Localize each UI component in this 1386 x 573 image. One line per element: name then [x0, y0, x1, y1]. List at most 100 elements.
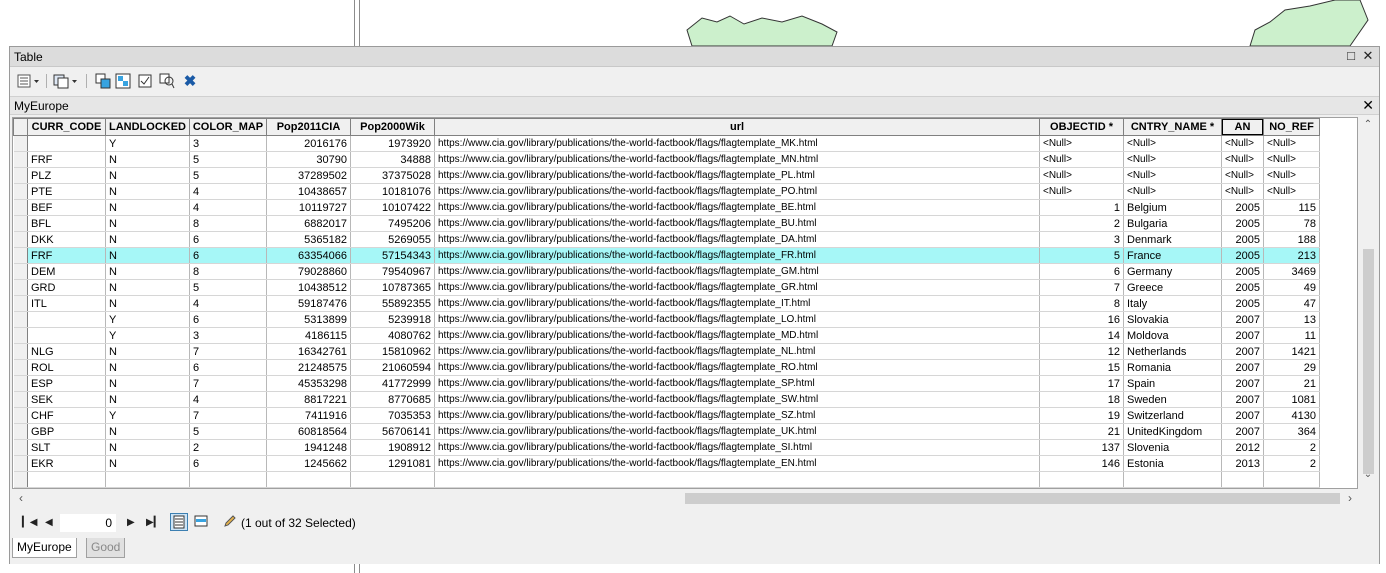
row-selector[interactable]: [13, 471, 28, 488]
table-cell[interactable]: 2007: [1221, 375, 1264, 392]
tab-good[interactable]: Good: [86, 538, 126, 558]
table-cell[interactable]: 79028860: [266, 263, 351, 280]
table-cell[interactable]: 4: [189, 295, 267, 312]
table-cell[interactable]: Moldova: [1123, 327, 1222, 344]
table-cell[interactable]: 29: [1263, 359, 1320, 376]
scroll-right-icon[interactable]: ›: [1343, 490, 1357, 506]
table-cell[interactable]: 2016176: [266, 135, 351, 152]
column-header[interactable]: Pop2011CIA: [266, 118, 351, 136]
table-cell[interactable]: 13: [1263, 311, 1320, 328]
table-cell[interactable]: <Null>: [1263, 151, 1320, 168]
column-header[interactable]: OBJECTID *: [1039, 118, 1124, 136]
row-selector[interactable]: [13, 151, 28, 168]
table-cell[interactable]: https://www.cia.gov/library/publications…: [434, 359, 1040, 376]
table-cell[interactable]: France: [1123, 247, 1222, 264]
table-cell[interactable]: 55892355: [350, 295, 435, 312]
row-selector[interactable]: [13, 231, 28, 248]
table-cell[interactable]: 146: [1039, 455, 1124, 472]
row-selector[interactable]: [13, 135, 28, 152]
scroll-down-icon[interactable]: ⌄: [1359, 469, 1377, 483]
table-row[interactable]: FRF N 5 30790 34888 https://www.cia.gov/libra…: [13, 151, 1320, 168]
table-cell[interactable]: N: [105, 151, 190, 168]
table-cell[interactable]: <Null>: [1123, 167, 1222, 184]
table-cell[interactable]: 19: [1039, 407, 1124, 424]
table-cell[interactable]: 7411916: [266, 407, 351, 424]
table-cell[interactable]: 1291081: [350, 455, 435, 472]
table-cell[interactable]: 5239918: [350, 311, 435, 328]
table-cell[interactable]: ROL: [27, 359, 106, 376]
column-header[interactable]: LANDLOCKED: [105, 118, 190, 136]
table-cell[interactable]: <Null>: [1221, 167, 1264, 184]
table-cell[interactable]: 1081: [1263, 391, 1320, 408]
table-cell[interactable]: 2007: [1221, 359, 1264, 376]
show-selected-records-icon[interactable]: [193, 513, 211, 531]
table-cell[interactable]: 2007: [1221, 311, 1264, 328]
table-cell[interactable]: [1263, 471, 1320, 488]
table-row[interactable]: BFL N 8 6882017 7495206 https://www.cia.gov/l…: [13, 215, 1320, 232]
table-cell[interactable]: 6: [189, 359, 267, 376]
maximize-icon[interactable]: □: [1343, 48, 1359, 64]
table-cell[interactable]: 7: [189, 343, 267, 360]
table-cell[interactable]: N: [105, 359, 190, 376]
scroll-left-icon[interactable]: ‹: [14, 490, 28, 506]
related-tables-icon[interactable]: [52, 72, 80, 90]
table-cell[interactable]: 34888: [350, 151, 435, 168]
column-header[interactable]: url: [434, 118, 1040, 136]
table-row[interactable]: Y 3 2016176 1973920 https://www.cia.gov/libr…: [13, 135, 1320, 152]
row-selector[interactable]: [13, 279, 28, 296]
table-cell[interactable]: 78: [1263, 215, 1320, 232]
table-cell[interactable]: 10438657: [266, 183, 351, 200]
table-cell[interactable]: 1941248: [266, 439, 351, 456]
table-cell[interactable]: Estonia: [1123, 455, 1222, 472]
table-cell[interactable]: [189, 471, 267, 488]
table-cell[interactable]: GRD: [27, 279, 106, 296]
delete-selected-icon[interactable]: ✖: [182, 72, 198, 90]
table-cell[interactable]: https://www.cia.gov/library/publications…: [434, 439, 1040, 456]
table-cell[interactable]: N: [105, 343, 190, 360]
table-cell[interactable]: 5: [189, 167, 267, 184]
table-cell[interactable]: <Null>: [1221, 151, 1264, 168]
column-header[interactable]: CNTRY_NAME *: [1123, 118, 1222, 136]
table-cell[interactable]: <Null>: [1263, 167, 1320, 184]
table-cell[interactable]: 2: [1263, 439, 1320, 456]
table-cell[interactable]: 2005: [1221, 263, 1264, 280]
table-cell[interactable]: 2: [1263, 455, 1320, 472]
table-row[interactable]: SEK N 4 8817221 8770685 https://www.cia.gov/l…: [13, 391, 1320, 408]
table-cell[interactable]: BEF: [27, 199, 106, 216]
table-cell[interactable]: 6: [189, 231, 267, 248]
table-cell[interactable]: 3: [1039, 231, 1124, 248]
table-cell[interactable]: Netherlands: [1123, 343, 1222, 360]
table-cell[interactable]: https://www.cia.gov/library/publications…: [434, 167, 1040, 184]
table-cell[interactable]: 5: [1039, 247, 1124, 264]
vertical-scroll-thumb[interactable]: [1363, 249, 1374, 474]
table-cell[interactable]: ITL: [27, 295, 106, 312]
table-cell[interactable]: https://www.cia.gov/library/publications…: [434, 311, 1040, 328]
row-selector[interactable]: [13, 199, 28, 216]
table-cell[interactable]: 8: [1039, 295, 1124, 312]
table-cell[interactable]: EKR: [27, 455, 106, 472]
table-cell[interactable]: 45353298: [266, 375, 351, 392]
table-cell[interactable]: Spain: [1123, 375, 1222, 392]
table-cell[interactable]: 1: [1039, 199, 1124, 216]
table-cell[interactable]: 8: [189, 215, 267, 232]
column-header[interactable]: CURR_CODE: [27, 118, 106, 136]
row-selector[interactable]: [13, 215, 28, 232]
table-cell[interactable]: DEM: [27, 263, 106, 280]
table-cell[interactable]: 7: [189, 407, 267, 424]
table-cell[interactable]: N: [105, 391, 190, 408]
table-row[interactable]: DEM N 8 79028860 79540967 https://www.cia.gov…: [13, 263, 1320, 280]
table-cell[interactable]: 1908912: [350, 439, 435, 456]
table-cell[interactable]: 10181076: [350, 183, 435, 200]
table-cell[interactable]: [1221, 471, 1264, 488]
table-cell[interactable]: N: [105, 295, 190, 312]
table-cell[interactable]: [27, 135, 106, 152]
table-cell[interactable]: Y: [105, 135, 190, 152]
table-cell[interactable]: 14: [1039, 327, 1124, 344]
table-row[interactable]: ROL N 6 21248575 21060594 https://www.cia.gov…: [13, 359, 1320, 376]
table-row[interactable]: BEF N 4 10119727 10107422 https://www.cia.gov…: [13, 199, 1320, 216]
row-selector[interactable]: [13, 455, 28, 472]
table-cell[interactable]: 188: [1263, 231, 1320, 248]
table-cell[interactable]: 2005: [1221, 231, 1264, 248]
table-cell[interactable]: 1245662: [266, 455, 351, 472]
zoom-to-selected-icon[interactable]: [158, 72, 176, 90]
